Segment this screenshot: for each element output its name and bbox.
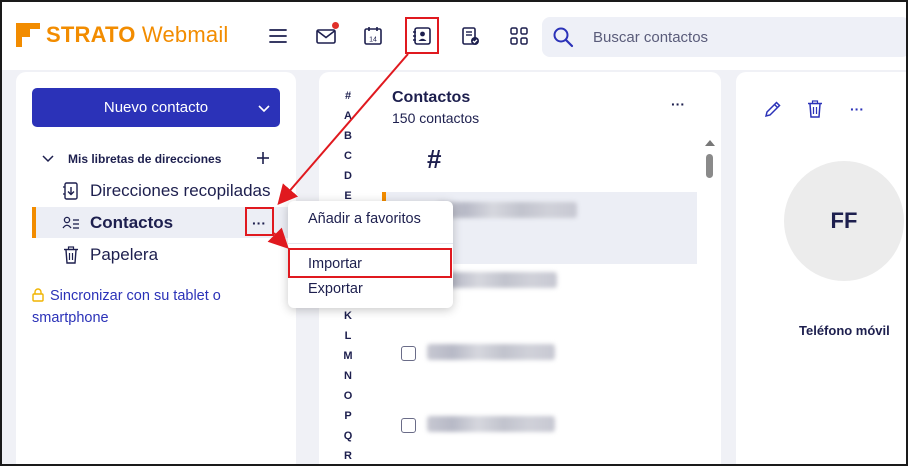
- import-highlight-box: [288, 248, 452, 278]
- trash-icon: [62, 245, 80, 264]
- alphabet-letter[interactable]: A: [341, 110, 355, 130]
- alphabet-letter[interactable]: R: [341, 450, 355, 464]
- more-button-highlight-box: [245, 207, 274, 236]
- tasks-icon[interactable]: [456, 22, 484, 50]
- contact-checkbox[interactable]: [401, 346, 416, 361]
- alphabet-letter[interactable]: L: [341, 330, 355, 350]
- list-count: 150 contactos: [392, 110, 480, 126]
- avatar: FF: [784, 161, 904, 281]
- alphabet-letter[interactable]: Q: [341, 430, 355, 450]
- contact-detail-panel: ··· FF Teléfono móvil: [736, 72, 906, 464]
- alphabet-letter[interactable]: B: [341, 130, 355, 150]
- alphabet-letter[interactable]: P: [341, 410, 355, 430]
- sidebar-item-label: Contactos: [90, 212, 174, 232]
- alphabet-letter[interactable]: O: [341, 390, 355, 410]
- sidebar: Nuevo contacto Mis libretas de direccion…: [16, 72, 296, 464]
- menu-divider: [288, 243, 453, 244]
- sync-link[interactable]: Sincronizar con su tablet o smartphone: [32, 286, 262, 328]
- scroll-thumb[interactable]: [706, 154, 713, 178]
- chevron-down-icon[interactable]: [258, 100, 270, 117]
- active-indicator: [32, 207, 36, 238]
- sync-label: Sincronizar con su tablet o smartphone: [32, 288, 221, 326]
- sidebar-item-trash[interactable]: Papelera: [32, 239, 296, 270]
- phone-label: Teléfono móvil: [799, 323, 890, 338]
- scrollbar[interactable]: [705, 140, 715, 180]
- unread-dot: [332, 22, 339, 29]
- new-contact-label: Nuevo contacto: [103, 99, 209, 116]
- search-input[interactable]: Buscar contactos: [593, 29, 708, 46]
- sidebar-item-label: Papelera: [90, 244, 159, 264]
- strato-logo-mark: [16, 23, 40, 47]
- alphabet-letter[interactable]: N: [341, 370, 355, 390]
- logo-text: STRATO Webmail: [46, 22, 229, 47]
- menu-icon[interactable]: [264, 22, 292, 50]
- svg-text:14: 14: [369, 37, 377, 44]
- scroll-up-arrow[interactable]: [705, 140, 715, 146]
- alphabet-letter[interactable]: D: [341, 170, 355, 190]
- contacts-list-icon: [62, 216, 80, 230]
- apps-grid-icon[interactable]: [505, 22, 533, 50]
- contact-checkbox[interactable]: [401, 418, 416, 433]
- contact-name-blurred: [427, 344, 555, 360]
- menu-item-export[interactable]: Exportar: [308, 281, 363, 297]
- menu-item-add-favorites[interactable]: Añadir a favoritos: [308, 211, 421, 227]
- list-title: Contactos: [392, 89, 471, 106]
- alphabet-letter[interactable]: K: [341, 310, 355, 330]
- delete-icon[interactable]: [804, 98, 826, 120]
- new-contact-button[interactable]: Nuevo contacto: [32, 88, 280, 127]
- edit-icon[interactable]: [762, 98, 784, 120]
- sidebar-item-collected-addresses[interactable]: Direcciones recopiladas: [32, 175, 296, 206]
- alphabet-letter[interactable]: M: [341, 350, 355, 370]
- contact-name-blurred: [427, 416, 555, 432]
- search-icon[interactable]: [552, 26, 574, 53]
- top-bar: STRATO Webmail 14 Buscar contactos: [2, 2, 906, 70]
- strato-logo[interactable]: STRATO Webmail: [16, 22, 229, 48]
- contacts-highlight-box: [405, 17, 439, 54]
- collected-addresses-icon: [62, 181, 80, 200]
- calendar-icon[interactable]: 14: [359, 22, 387, 50]
- address-books-header[interactable]: Mis libretas de direcciones: [42, 150, 221, 168]
- contact-name-blurred: [437, 202, 577, 218]
- sidebar-item-label: Direcciones recopiladas: [90, 180, 271, 200]
- app-window: STRATO Webmail 14 Buscar contactos Nuevo…: [0, 0, 908, 466]
- search-bar[interactable]: Buscar contactos: [542, 17, 906, 57]
- section-header: #: [427, 144, 442, 174]
- alphabet-letter[interactable]: #: [341, 90, 355, 110]
- lock-icon: [32, 288, 44, 308]
- chevron-down-icon[interactable]: [42, 150, 54, 168]
- address-books-label: Mis libretas de direcciones: [68, 152, 222, 166]
- alphabet-letter[interactable]: C: [341, 150, 355, 170]
- add-address-book-icon[interactable]: [256, 148, 270, 171]
- list-more-button[interactable]: ···: [671, 96, 685, 112]
- mail-icon[interactable]: [312, 22, 340, 50]
- detail-more-button[interactable]: ···: [846, 98, 868, 120]
